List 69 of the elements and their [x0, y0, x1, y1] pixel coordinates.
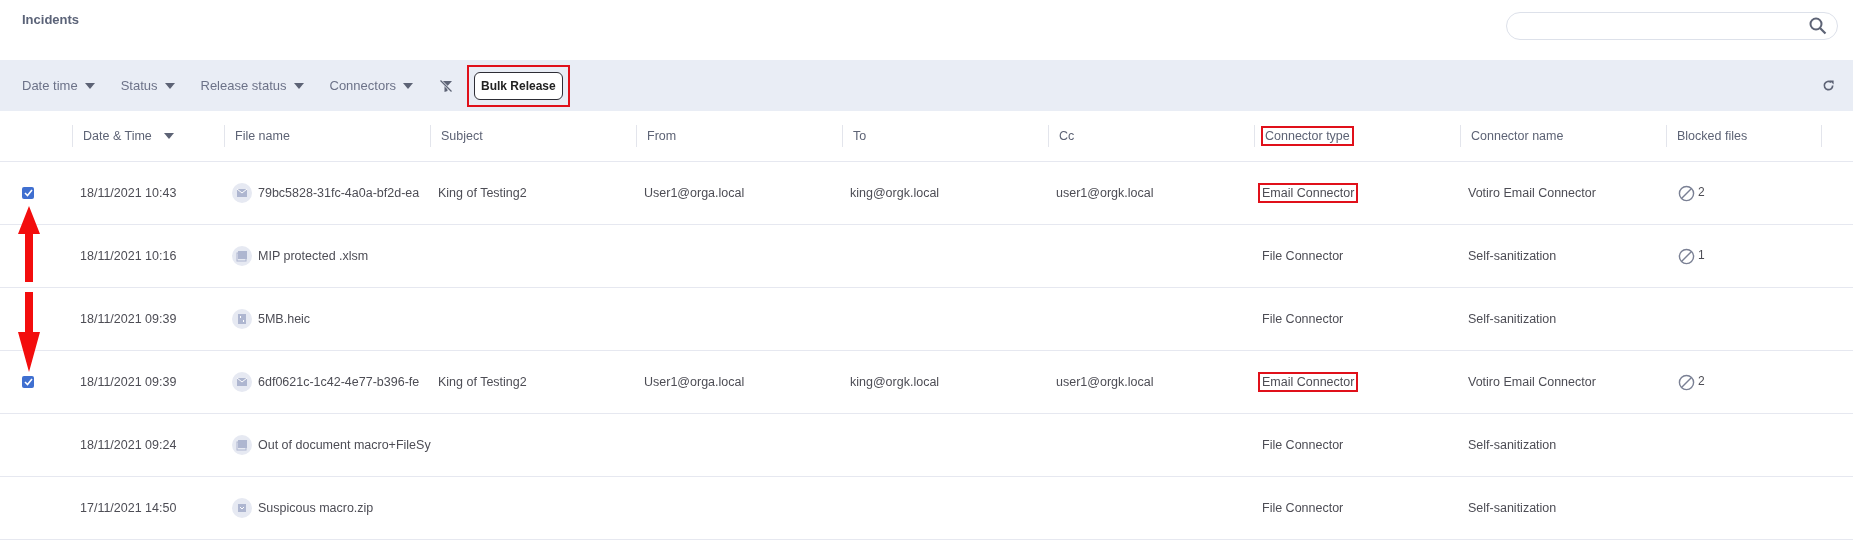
filter-dropdown[interactable]: Release status: [200, 78, 304, 93]
page-title: Incidents: [22, 12, 80, 27]
blocked-count: 1: [1698, 247, 1705, 262]
caret-icon: [403, 82, 413, 89]
file-type-icon: [232, 435, 252, 455]
file-type-icon: [232, 246, 252, 266]
column-header[interactable]: Date & Time: [79, 126, 156, 146]
caret-icon: [164, 82, 175, 89]
clear-filter-icon[interactable]: [439, 78, 453, 93]
date-text: 18/11/2021 10:16: [80, 249, 177, 263]
connector-type-text: Email Connector: [1258, 372, 1359, 392]
date-text: 18/11/2021 09:39: [80, 312, 177, 326]
blocked-icon: [1678, 247, 1695, 265]
file-name: MIP protected .xlsm: [258, 249, 369, 263]
row-checkbox[interactable]: [22, 187, 34, 199]
search-icon[interactable]: [1809, 17, 1827, 35]
bulk-release-button[interactable]: Bulk Release: [474, 71, 563, 100]
filter-dropdown[interactable]: Connectors: [329, 78, 413, 93]
blocked-icon: [1678, 373, 1695, 391]
connector-type-text: File Connector: [1261, 311, 1345, 328]
blocked-count: 2: [1698, 373, 1705, 388]
file-type-icon: [232, 183, 252, 203]
filter-dropdown[interactable]: Status: [120, 78, 175, 93]
file-type-icon: [232, 309, 252, 329]
connector-name-text: Self-sanitization: [1468, 501, 1557, 515]
column-header[interactable]: To: [849, 126, 871, 146]
column-header[interactable]: File name: [231, 126, 294, 146]
file-type-icon: [232, 498, 252, 518]
file-type-icon: [232, 372, 252, 392]
subject-text: King of Testing2: [438, 375, 527, 389]
date-text: 18/11/2021 10:43: [80, 186, 177, 200]
file-name: 6df0621c-1c42-4e77-b396-fe: [258, 375, 420, 389]
column-header[interactable]: Connector name: [1467, 126, 1568, 146]
file-name: Out of document macro+FileSy: [258, 438, 431, 452]
connector-type-text: File Connector: [1261, 248, 1345, 265]
cc-email: user1@orgk.local: [1056, 186, 1154, 200]
cc-email: user1@orgk.local: [1056, 375, 1154, 389]
connector-type-text: Email Connector: [1258, 183, 1359, 203]
connector-name-text: Self-sanitization: [1468, 438, 1557, 452]
connector-name-text: Self-sanitization: [1468, 249, 1557, 263]
recipient-email: king@orgk.local: [850, 186, 940, 200]
connector-name-text: Self-sanitization: [1468, 312, 1557, 326]
recipient-email: king@orgk.local: [850, 375, 940, 389]
column-header[interactable]: Blocked files: [1673, 126, 1752, 146]
caret-icon: [293, 82, 304, 89]
refresh-icon[interactable]: [1822, 79, 1835, 92]
connector-type-text: File Connector: [1261, 500, 1345, 517]
filter-dropdown[interactable]: Date time: [22, 78, 95, 93]
date-text: 18/11/2021 09:39: [80, 375, 177, 389]
column-header[interactable]: Connector type: [1261, 126, 1354, 146]
connector-type-text: File Connector: [1261, 437, 1345, 454]
sender-email: User1@orga.local: [644, 186, 745, 200]
row-checkbox[interactable]: [22, 376, 34, 388]
sort-caret-icon: [163, 133, 174, 139]
connector-name-text: Votiro Email Connector: [1468, 186, 1596, 200]
file-name: 5MB.heic: [258, 312, 311, 326]
blocked-icon: [1678, 184, 1695, 202]
caret-icon: [84, 82, 95, 89]
blocked-count: 2: [1698, 184, 1705, 199]
column-header[interactable]: Cc: [1055, 126, 1079, 146]
subject-text: King of Testing2: [438, 186, 527, 200]
sender-email: User1@orga.local: [644, 375, 745, 389]
file-name: Suspicous macro.zip: [258, 501, 374, 515]
file-name: 79bc5828-31fc-4a0a-bf2d-ea: [258, 186, 420, 200]
connector-name-text: Votiro Email Connector: [1468, 375, 1596, 389]
date-text: 18/11/2021 09:24: [80, 438, 177, 452]
column-header[interactable]: Subject: [437, 126, 487, 146]
column-header[interactable]: From: [643, 126, 681, 146]
date-text: 17/11/2021 14:50: [80, 501, 177, 515]
